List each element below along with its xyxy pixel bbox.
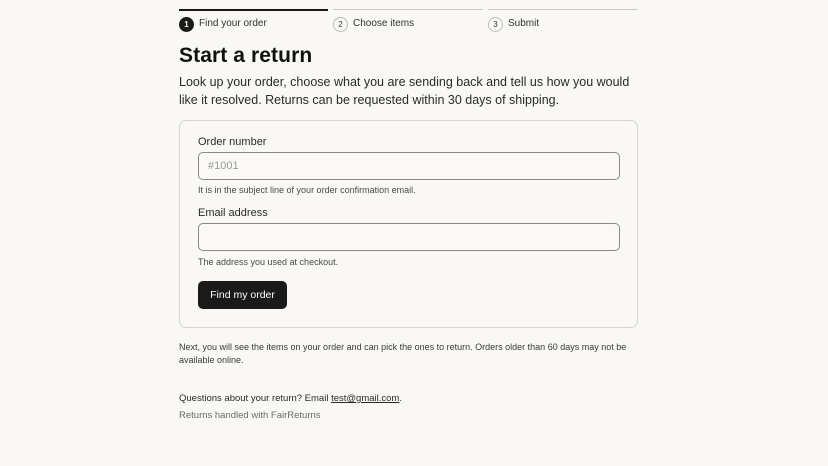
order-lookup-form: Order number It is in the subject line o… [179,120,638,328]
progress-stepper: 1 Find your order 2 Choose items 3 Submi… [179,9,638,33]
intro-text: Look up your order, choose what you are … [179,75,630,107]
contact-line: Questions about your return? Email test@… [179,393,402,404]
order-number-input[interactable] [198,152,620,180]
powered-by: Returns handled with FairReturns [179,410,321,421]
step-label: Submit [508,18,540,29]
next-steps-note: Next, you will see the items on your ord… [179,342,627,365]
step-number: 1 [179,17,194,32]
return-page: 1 Find your order 2 Choose items 3 Submi… [0,0,828,466]
page-title: Start a return [179,44,313,67]
order-number-hint: It is in the subject line of your order … [198,185,416,195]
contact-email-link[interactable]: test@gmail.com [331,393,399,404]
step-label: Choose items [353,18,415,29]
step-number: 2 [333,17,348,32]
step-label: Find your order [199,18,267,29]
order-number-label: Order number [198,136,267,148]
step-number: 3 [488,17,503,32]
email-label: Email address [198,207,268,219]
find-order-button[interactable]: Find my order [198,281,287,309]
contact-prefix: Questions about your return? Email [179,393,332,404]
contact-suffix: . [399,393,402,404]
email-hint: The address you used at checkout. [198,257,339,267]
step-submit: 3 Submit [488,9,638,33]
step-choose-items: 2 Choose items [333,9,483,33]
email-field[interactable] [198,223,620,251]
step-find-order: 1 Find your order [179,9,328,33]
